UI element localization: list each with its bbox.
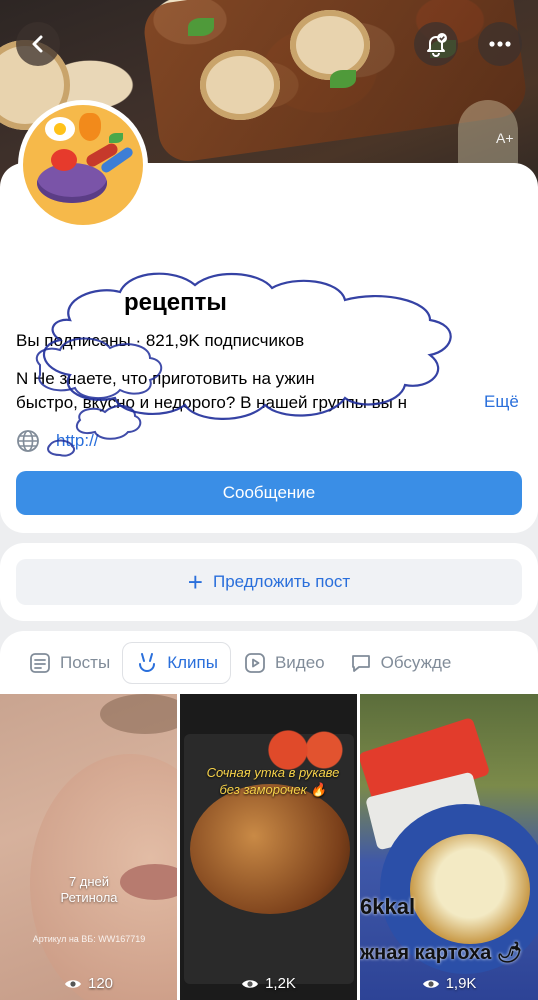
eye-icon: [64, 979, 81, 988]
clip-views: 1,9K: [360, 975, 538, 992]
notifications-button[interactable]: [414, 22, 458, 66]
clip-caption-line1: 7 дней: [68, 874, 110, 889]
clip-caption-line2: без заморочек 🔥: [219, 782, 327, 797]
website-link[interactable]: http://: [56, 431, 99, 451]
clip-views-count: 120: [87, 975, 114, 992]
clips-icon: [139, 653, 156, 672]
chevron-left-icon: [32, 35, 43, 53]
roast-duck-image: [190, 784, 350, 914]
eye-icon: [242, 979, 259, 988]
tab-clips-label: Клипы: [167, 653, 218, 672]
bread-slice: [200, 50, 280, 120]
clip-thumbnail[interactable]: Сочная утка в рукаве без заморочек 🔥 1,2…: [180, 694, 357, 1000]
tab-posts-label: Посты: [60, 653, 111, 672]
clip-caption-line2: жная картоха 🌶: [360, 942, 523, 964]
clip-views-count: 1,2K: [265, 975, 296, 992]
clip-caption-line2: Ретинола: [60, 890, 118, 905]
clip-thumbnail[interactable]: 7 дней Ретинола Артикул на ВБ: WW167719 …: [0, 694, 177, 1000]
more-horizontal-icon: [489, 41, 511, 47]
more-options-button[interactable]: [478, 22, 522, 66]
bell-check-icon: [427, 33, 447, 57]
clip-title-overlay: Сочная утка в рукаве без заморочек 🔥: [198, 764, 348, 798]
tab-video-label: Видео: [274, 653, 325, 672]
tab-clips[interactable]: Клипы: [122, 642, 231, 684]
back-button[interactable]: [16, 22, 60, 66]
bread-slice: [290, 10, 370, 80]
pan-illustration: [37, 163, 107, 203]
clip-thumbnail[interactable]: 6kkal жная картоха 🌶 1,9K: [360, 694, 538, 1000]
clip-views: 1,2K: [180, 975, 357, 992]
herb-illustration: [109, 133, 123, 143]
tomato-illustration: [51, 149, 77, 171]
document-icon: [30, 653, 50, 673]
eye-icon: [422, 979, 439, 988]
description-line-1: N Не знаете, что приготовить на ужин: [16, 369, 315, 388]
message-button[interactable]: Сообщение: [16, 471, 522, 515]
egg-illustration: [45, 117, 75, 141]
clip-views: 120: [0, 975, 177, 992]
suggest-post-button[interactable]: + Предложить пост: [16, 559, 522, 605]
pepper-illustration: [79, 113, 101, 141]
clip-caption-line1: 6kkal: [360, 894, 416, 919]
stuffed-potato-image: [410, 834, 530, 944]
basil-leaf: [330, 70, 356, 88]
suggest-post-card: + Предложить пост: [0, 543, 538, 621]
content-tabs: Посты Клипы Видео Обсужде: [0, 641, 538, 685]
plus-icon: +: [187, 567, 203, 597]
tab-video[interactable]: Видео: [231, 642, 337, 684]
chat-icon: [351, 655, 370, 672]
avatar-image: [23, 105, 143, 225]
community-title: рецепты: [124, 289, 227, 316]
website-row[interactable]: http://: [16, 429, 99, 453]
content-card: Посты Клипы Видео Обсужде 7 дней Ретинол…: [0, 631, 538, 1000]
clip-caption-line1: Сочная утка в рукаве: [206, 765, 340, 780]
video-icon: [245, 653, 265, 673]
globe-icon: [17, 430, 39, 452]
description-line-2: быстро, вкусно и недорого? В нашей групп…: [16, 393, 407, 412]
basil-leaf: [188, 18, 214, 36]
community-avatar[interactable]: [18, 100, 148, 230]
tab-discussions-label: Обсужде: [380, 653, 452, 672]
face-eye-image: [100, 694, 177, 734]
community-description: N Не знаете, что приготовить на ужин быс…: [16, 367, 526, 415]
clip-views-count: 1,9K: [445, 975, 477, 992]
suggest-post-label: Предложить пост: [212, 572, 351, 591]
tab-discussions[interactable]: Обсужде: [337, 642, 464, 684]
tab-posts[interactable]: Посты: [16, 642, 122, 684]
font-size-badge: A+: [496, 130, 514, 146]
clip-small-text: Артикул на ВБ: WW167719: [32, 934, 146, 944]
clips-grid: 7 дней Ретинола Артикул на ВБ: WW167719 …: [0, 694, 538, 1000]
show-more-link[interactable]: Ещё: [484, 392, 519, 412]
subscription-status[interactable]: Вы подписаны · 821,9K подписчиков: [16, 331, 304, 351]
